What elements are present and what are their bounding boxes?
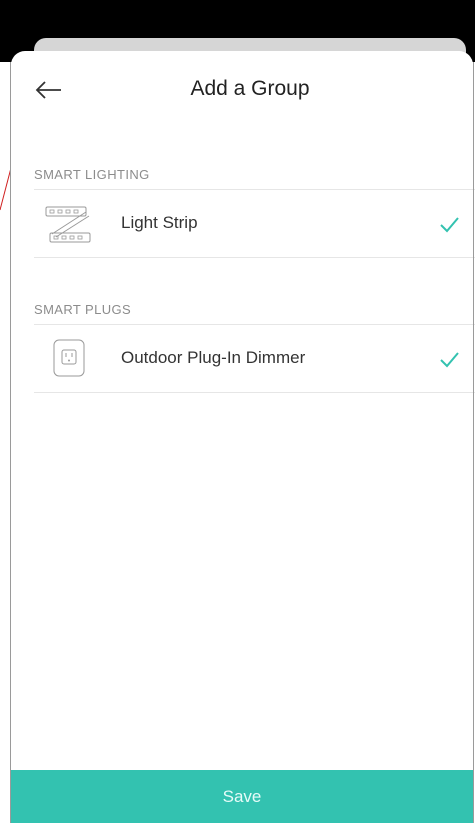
section-label-smart-plugs: SMART PLUGS	[34, 302, 132, 317]
modal-sheet: Add a Group SMART LIGHTING Light Strip S…	[11, 51, 475, 823]
save-button[interactable]: Save	[11, 770, 473, 823]
light-strip-icon	[45, 206, 91, 243]
checkmark-icon	[440, 217, 459, 233]
section-label-smart-lighting: SMART LIGHTING	[34, 167, 150, 182]
divider	[34, 324, 475, 325]
divider	[34, 392, 475, 393]
frame-left-edge	[10, 62, 11, 823]
list-item-light-strip[interactable]: Light Strip	[34, 191, 466, 257]
save-button-label: Save	[222, 786, 262, 806]
add-group-screen: Add a Group SMART LIGHTING Light Strip S…	[0, 0, 475, 823]
divider	[34, 257, 475, 258]
list-item-label: Light Strip	[121, 213, 198, 232]
list-item-label: Outdoor Plug-In Dimmer	[121, 348, 306, 367]
list-item-outdoor-plug-in-dimmer[interactable]: Outdoor Plug-In Dimmer	[34, 326, 466, 392]
divider	[34, 189, 475, 190]
checkmark-icon	[440, 352, 459, 368]
outdoor-plug-icon	[53, 339, 85, 377]
page-title: Add a Group	[190, 77, 310, 100]
header: Add a Group	[11, 65, 473, 115]
frame-right-edge	[473, 62, 474, 823]
